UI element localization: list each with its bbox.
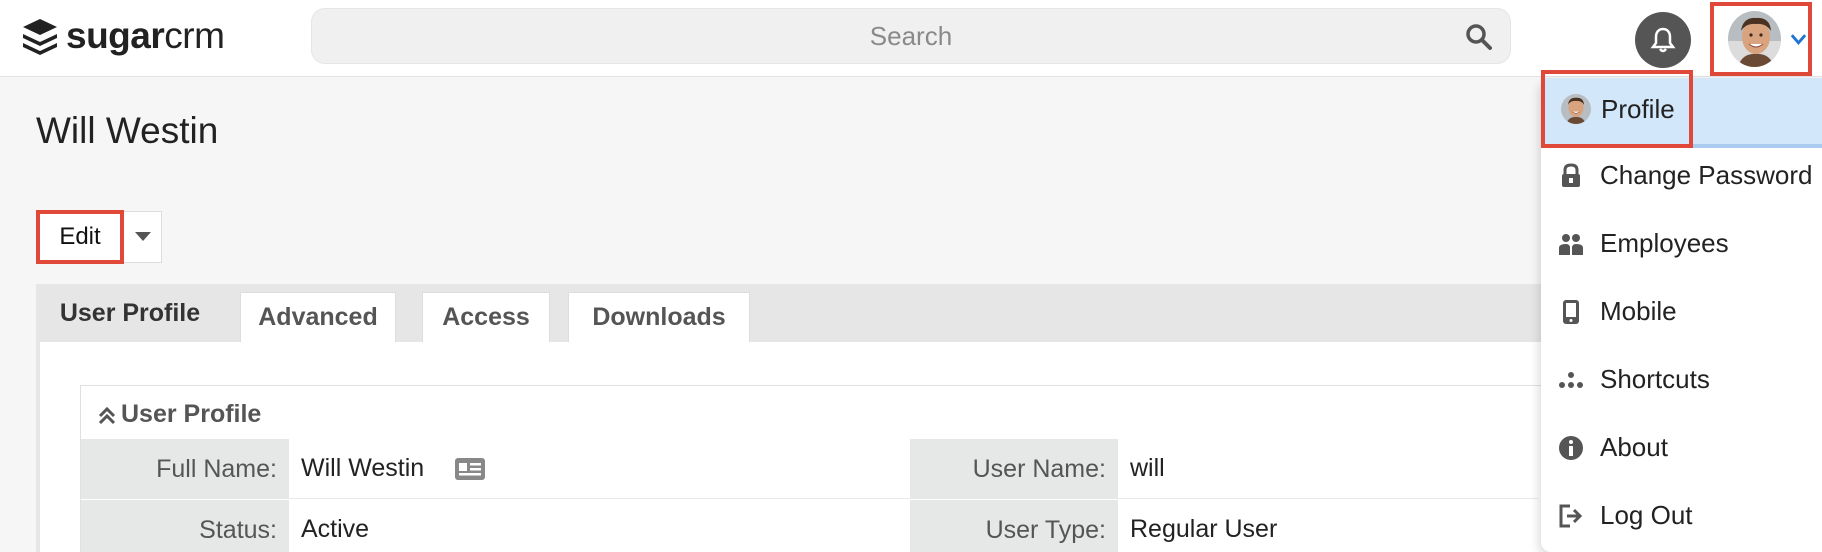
avatar-icon — [1561, 94, 1591, 124]
caret-down-icon — [134, 232, 151, 241]
info-icon — [1559, 435, 1583, 460]
menu-item-profile[interactable]: Profile — [1541, 70, 1693, 148]
menu-item-about[interactable]: About — [1558, 432, 1668, 463]
logout-icon — [1559, 504, 1583, 527]
actions-dropdown-button[interactable] — [124, 211, 162, 263]
chevron-down-icon — [1790, 34, 1807, 45]
user-name-value: will — [1118, 439, 1538, 499]
record-actions: Edit — [36, 210, 162, 264]
global-search — [311, 8, 1511, 64]
full-name-value: Will Westin — [289, 439, 991, 499]
menu-item-label: Shortcuts — [1600, 364, 1710, 394]
menu-item-label: Change Password — [1600, 160, 1813, 190]
tab-downloads[interactable]: Downloads — [568, 292, 750, 342]
menu-item-label: Mobile — [1600, 296, 1677, 326]
full-name-label: Full Name: — [81, 439, 289, 499]
status-value: Active — [289, 500, 910, 552]
menu-item-label: Employees — [1600, 228, 1729, 258]
menu-item-change-password[interactable]: Change Password — [1558, 160, 1812, 191]
collapse-icon — [98, 406, 116, 424]
menu-item-shortcuts[interactable]: Shortcuts — [1558, 364, 1710, 395]
menu-item-mobile[interactable]: Mobile — [1558, 296, 1677, 327]
section-header[interactable]: User Profile — [97, 400, 261, 429]
shortcuts-icon — [1559, 371, 1583, 388]
page-title: Will Westin — [36, 110, 219, 151]
search-icon[interactable] — [1464, 22, 1494, 52]
sugarcrm-logo[interactable]: sugarcrm — [20, 15, 225, 56]
menu-item-label: Log Out — [1600, 500, 1693, 530]
user-type-label: User Type: — [910, 500, 1118, 552]
logo-stack-icon — [23, 19, 57, 55]
user-name-label: User Name: — [910, 439, 1118, 499]
notifications-button[interactable] — [1635, 12, 1691, 68]
section-title: User Profile — [121, 400, 262, 428]
tab-advanced[interactable]: Advanced — [240, 292, 396, 342]
menu-item-employees[interactable]: Employees — [1558, 228, 1729, 259]
full-name-text: Will Westin — [301, 454, 425, 482]
top-header: sugarcrm — [0, 0, 1822, 77]
tab-access[interactable]: Access — [422, 292, 550, 342]
menu-item-label: About — [1600, 432, 1668, 462]
vcard-icon[interactable] — [454, 457, 486, 481]
logo-text: sugarcrm — [66, 15, 225, 56]
tab-user-profile[interactable]: User Profile — [36, 284, 224, 342]
tab-bar: User Profile Advanced Access Downloads — [36, 284, 1576, 342]
mobile-icon — [1563, 299, 1579, 324]
lock-icon — [1562, 162, 1580, 187]
search-input[interactable] — [312, 9, 1510, 63]
edit-button[interactable]: Edit — [36, 210, 124, 264]
menu-item-label: Profile — [1601, 93, 1675, 124]
user-profile-section: User Profile Full Name: Will Westin User… — [80, 385, 1576, 552]
user-type-value: Regular User — [1118, 500, 1538, 552]
avatar — [1728, 11, 1782, 67]
menu-item-log-out[interactable]: Log Out — [1558, 500, 1693, 531]
user-menu-button[interactable] — [1710, 2, 1812, 76]
users-icon — [1559, 233, 1583, 255]
bell-icon — [1650, 27, 1676, 53]
status-label: Status: — [81, 500, 289, 552]
